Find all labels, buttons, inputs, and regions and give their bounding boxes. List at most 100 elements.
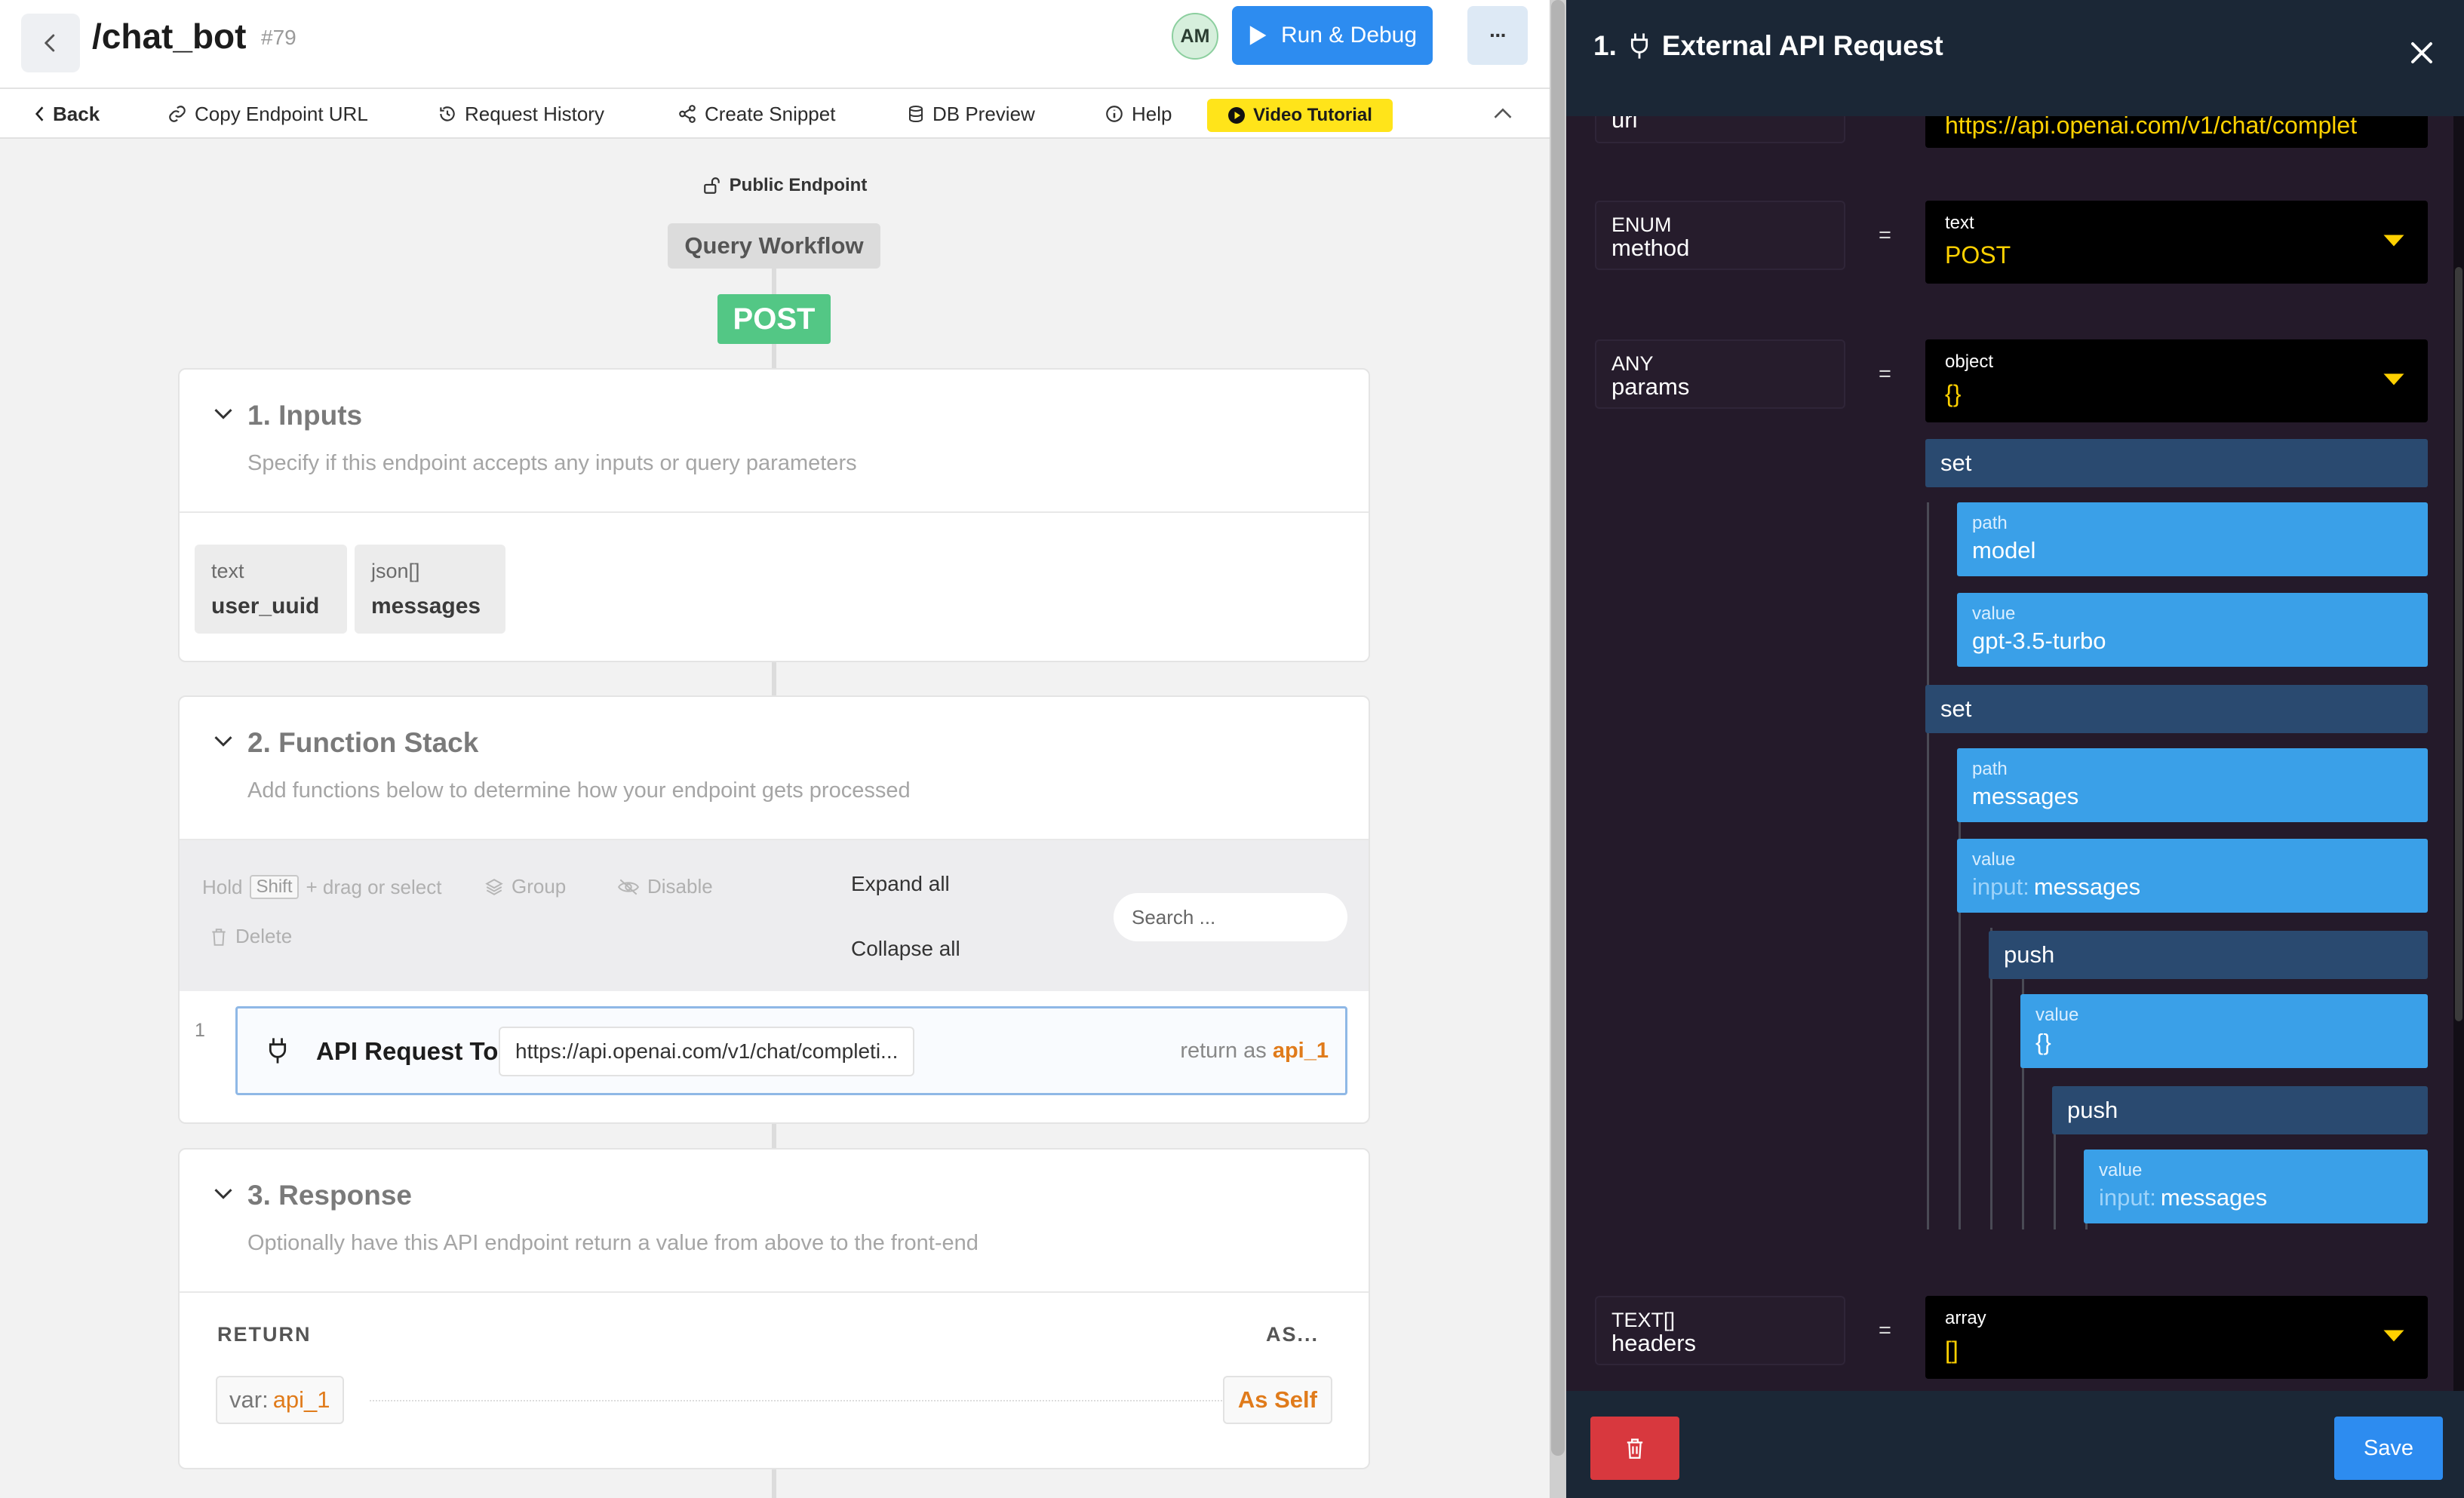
back-link[interactable]: Back bbox=[33, 89, 100, 139]
push-operation[interactable]: push bbox=[2052, 1086, 2428, 1134]
delete-button[interactable]: Delete bbox=[210, 925, 292, 948]
plug-icon bbox=[269, 1038, 287, 1064]
response-subtitle: Optionally have this API endpoint return… bbox=[247, 1231, 979, 1255]
params-field-type: object bbox=[1945, 351, 1994, 372]
response-card-header[interactable]: 3. Response Optionally have this API end… bbox=[180, 1150, 1369, 1293]
save-button[interactable]: Save bbox=[2334, 1417, 2443, 1480]
request-history-label: Request History bbox=[465, 102, 604, 125]
push-operation[interactable]: push bbox=[1989, 931, 2428, 979]
equals-sign: = bbox=[1879, 223, 1891, 247]
video-play-icon bbox=[1228, 107, 1246, 124]
params-field-value: {} bbox=[1945, 380, 1962, 407]
video-tutorial-button[interactable]: Video Tutorial bbox=[1207, 99, 1393, 132]
public-endpoint-label: Public Endpoint bbox=[729, 175, 868, 195]
method-field[interactable]: text POST bbox=[1925, 201, 2428, 284]
method-badge: POST bbox=[717, 294, 831, 344]
function-item[interactable]: API Request To https://api.openai.com/v1… bbox=[235, 1006, 1347, 1095]
params-param-name: params bbox=[1611, 373, 1690, 400]
close-icon bbox=[2411, 42, 2432, 63]
disable-button[interactable]: Disable bbox=[617, 875, 713, 898]
canvas-scrollbar[interactable] bbox=[1550, 0, 1566, 1498]
panel-scrollbar-thumb[interactable] bbox=[2455, 267, 2462, 1021]
as-self-chip[interactable]: As Self bbox=[1222, 1376, 1332, 1424]
nav-back-button[interactable] bbox=[21, 14, 80, 72]
tree-guide bbox=[2054, 1122, 2056, 1229]
method-param-label: ENUM method bbox=[1595, 201, 1845, 270]
set-value-box[interactable]: value input: messages bbox=[1957, 839, 2428, 913]
value-prefix: input: bbox=[1972, 873, 2029, 900]
group-label: Group bbox=[512, 875, 567, 898]
collapse-toolbar-button[interactable] bbox=[1492, 104, 1513, 122]
panel-title-number: 1. bbox=[1593, 30, 1617, 61]
set-operation[interactable]: set bbox=[1925, 439, 2428, 487]
value-prefix: input: bbox=[2099, 1184, 2156, 1211]
plug-icon bbox=[1630, 33, 1648, 59]
tree-guide bbox=[1927, 502, 1929, 1229]
push-value-box[interactable]: value {} bbox=[2020, 994, 2428, 1068]
inputs-title: 1. Inputs bbox=[247, 400, 363, 431]
request-history-button[interactable]: Request History bbox=[438, 89, 604, 139]
set-path-box[interactable]: path model bbox=[1957, 502, 2428, 576]
external-api-request-panel: 1. External API Request url https://api.… bbox=[1566, 0, 2464, 1498]
history-icon bbox=[440, 106, 455, 121]
value-text: messages bbox=[2160, 1184, 2268, 1211]
close-panel-button[interactable] bbox=[2408, 39, 2435, 66]
delete-function-button[interactable] bbox=[1590, 1417, 1679, 1480]
value-value: {} bbox=[2035, 1029, 2051, 1055]
expand-all-button[interactable]: Expand all bbox=[851, 872, 950, 896]
canvas-scrollbar-thumb[interactable] bbox=[1551, 0, 1565, 1456]
query-workflow-pill[interactable]: Query Workflow bbox=[668, 223, 880, 269]
set-value-box[interactable]: value gpt-3.5-turbo bbox=[1957, 593, 2428, 667]
caret-down-icon bbox=[2383, 373, 2404, 385]
return-divider bbox=[370, 1400, 1240, 1401]
function-url: https://api.openai.com/v1/chat/completi.… bbox=[499, 1027, 915, 1076]
share-icon bbox=[679, 105, 696, 123]
more-options-button[interactable]: ··· bbox=[1467, 6, 1528, 65]
push-value-box[interactable]: value input: messages bbox=[2084, 1150, 2428, 1223]
function-stack-card-header[interactable]: 2. Function Stack Add functions below to… bbox=[180, 697, 1369, 840]
db-preview-button[interactable]: DB Preview bbox=[907, 89, 1035, 139]
link-icon bbox=[169, 106, 186, 122]
params-field[interactable]: object {} bbox=[1925, 339, 2428, 422]
url-field[interactable]: https://api.openai.com/v1/chat/complet bbox=[1925, 116, 2428, 148]
panel-title: 1. External API Request bbox=[1593, 30, 1943, 62]
function-search-input[interactable]: Search ... bbox=[1114, 893, 1347, 941]
headers-field[interactable]: array [] bbox=[1925, 1296, 2428, 1379]
var-name: api_1 bbox=[272, 1386, 330, 1413]
help-button[interactable]: Help bbox=[1104, 89, 1172, 139]
input-item[interactable]: text user_uuid bbox=[195, 545, 347, 634]
chevron-left-icon bbox=[35, 106, 44, 121]
group-button[interactable]: Group bbox=[484, 875, 566, 898]
function-stack-title: 2. Function Stack bbox=[247, 727, 479, 758]
create-snippet-button[interactable]: Create Snippet bbox=[677, 89, 835, 139]
inputs-card: 1. Inputs Specify if this endpoint accep… bbox=[178, 368, 1370, 662]
value-label: value bbox=[1972, 849, 2016, 870]
disable-label: Disable bbox=[647, 875, 713, 898]
inputs-card-header[interactable]: 1. Inputs Specify if this endpoint accep… bbox=[180, 370, 1369, 513]
value-text: messages bbox=[2033, 873, 2141, 900]
chevron-down-icon bbox=[214, 409, 232, 419]
set-operation[interactable]: set bbox=[1925, 685, 2428, 733]
collapse-all-button[interactable]: Collapse all bbox=[851, 937, 960, 961]
public-endpoint-toggle[interactable]: Public Endpoint bbox=[694, 170, 875, 201]
input-item[interactable]: json[] messages bbox=[355, 545, 505, 634]
set-path-box[interactable]: path messages bbox=[1957, 748, 2428, 822]
return-var-chip[interactable]: var: api_1 bbox=[216, 1376, 344, 1424]
headers-param-type: TEXT[] bbox=[1611, 1309, 1676, 1331]
url-param-label: url bbox=[1595, 116, 1845, 143]
run-debug-button[interactable]: Run & Debug bbox=[1232, 6, 1433, 65]
chevron-down-icon bbox=[214, 1189, 232, 1199]
avatar[interactable]: AM bbox=[1172, 13, 1218, 60]
response-card: 3. Response Optionally have this API end… bbox=[178, 1148, 1370, 1469]
hold-label: Hold bbox=[202, 875, 243, 898]
panel-header: 1. External API Request bbox=[1566, 0, 2464, 116]
panel-scrollbar[interactable] bbox=[2453, 116, 2464, 1391]
headers-param-label: TEXT[] headers bbox=[1595, 1296, 1845, 1365]
chevron-left-icon bbox=[45, 34, 55, 52]
return-prefix: return as bbox=[1180, 1039, 1267, 1063]
copy-endpoint-url-label: Copy Endpoint URL bbox=[195, 102, 368, 125]
path-label: path bbox=[1972, 513, 2008, 533]
equals-sign: = bbox=[1879, 362, 1891, 386]
video-tutorial-label: Video Tutorial bbox=[1253, 105, 1372, 125]
copy-endpoint-url-button[interactable]: Copy Endpoint URL bbox=[167, 89, 368, 139]
